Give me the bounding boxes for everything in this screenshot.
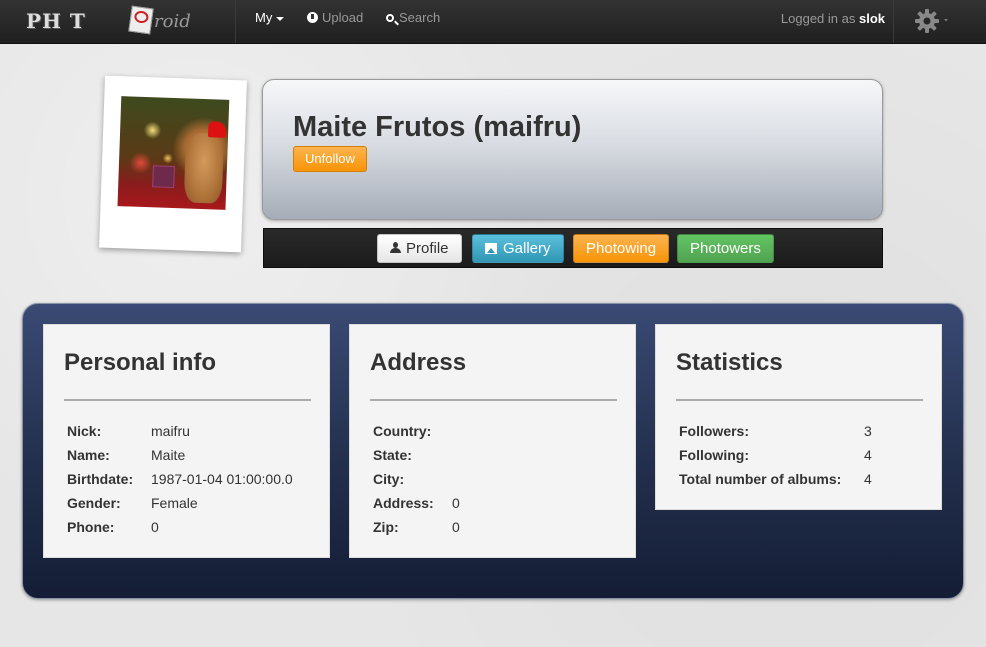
upload-link[interactable]: Upload bbox=[307, 0, 363, 36]
top-navbar: PH T roid My Upload Search Logged in as … bbox=[0, 0, 986, 44]
unfollow-button[interactable]: Unfollow bbox=[293, 146, 367, 172]
profile-tabs: Profile Gallery Photowing Photowers bbox=[263, 228, 883, 268]
user-icon bbox=[390, 242, 401, 254]
tab-gallery[interactable]: Gallery bbox=[472, 234, 564, 263]
table-row: Followers: 3 bbox=[679, 423, 872, 439]
table-row: Nick: maifru bbox=[67, 423, 190, 439]
table-row: State: bbox=[373, 447, 412, 463]
logged-in-status: Logged in as slok bbox=[781, 0, 885, 38]
table-row: Following: 4 bbox=[679, 447, 872, 463]
tab-profile[interactable]: Profile bbox=[377, 234, 462, 263]
table-row: Total number of albums: 4 bbox=[679, 471, 872, 487]
table-row: Zip: 0 bbox=[373, 519, 460, 535]
picture-icon bbox=[485, 243, 497, 254]
search-icon bbox=[386, 14, 394, 22]
tab-photowing[interactable]: Photowing bbox=[573, 234, 670, 263]
logged-in-prefix: Logged in as bbox=[780, 11, 856, 26]
statistics-table: Followers: 3 Following: 4 Total number of … bbox=[676, 419, 875, 491]
address-table: Country: State: City: Address: 0 Zip: 0 bbox=[370, 419, 463, 539]
my-menu-label: My bbox=[255, 10, 273, 25]
gear-icon bbox=[915, 9, 948, 33]
tab-photowers[interactable]: Photowers bbox=[677, 234, 774, 263]
my-menu[interactable]: My bbox=[255, 0, 285, 36]
address-title: Address bbox=[370, 349, 467, 376]
nav-divider bbox=[893, 0, 894, 43]
profile-avatar[interactable] bbox=[99, 75, 247, 253]
brand-roid-text: roid bbox=[154, 11, 191, 32]
upload-label: Upload bbox=[322, 10, 364, 25]
address-card: Address Country: State: City: Address: 0 … bbox=[349, 324, 636, 558]
table-row: Name: Maite bbox=[67, 447, 186, 463]
nav-divider bbox=[235, 0, 236, 43]
table-row: Country: bbox=[373, 423, 432, 439]
table-row: City: bbox=[373, 471, 405, 487]
upload-icon bbox=[307, 12, 318, 23]
personal-info-title: Personal info bbox=[64, 349, 217, 376]
table-row: Phone: 0 bbox=[67, 519, 159, 535]
brand-logo[interactable]: PH T roid bbox=[26, 5, 201, 35]
personal-info-table: Nick: maifru Name: Maite Birthdate: 1987-01… bbox=[64, 419, 296, 539]
brand-photo-text: PH T bbox=[26, 9, 86, 33]
profile-name: Maite Frutos (maifru) bbox=[293, 111, 582, 143]
divider bbox=[64, 399, 311, 401]
tab-gallery-label: Gallery bbox=[503, 240, 551, 257]
table-row: Address: 0 bbox=[373, 495, 460, 511]
profile-photo bbox=[117, 96, 230, 210]
profile-title-box: Maite Frutos (maifru) Unfollow bbox=[262, 79, 883, 220]
chevron-down-icon bbox=[276, 16, 285, 21]
settings-menu[interactable] bbox=[914, 8, 948, 34]
search-label: Search bbox=[399, 10, 441, 25]
statistics-title: Statistics bbox=[676, 349, 783, 376]
statistics-card: Statistics Followers: 3 Following: 4 Total… bbox=[655, 324, 942, 510]
divider bbox=[676, 399, 923, 401]
personal-info-card: Personal info Nick: maifru Name: Maite Bir… bbox=[43, 324, 330, 558]
search-link[interactable]: Search bbox=[386, 0, 440, 36]
divider bbox=[370, 399, 617, 401]
brand-frame-icon bbox=[128, 5, 154, 35]
table-row: Birthdate: 1987-01-04 01:00:00.0 bbox=[67, 471, 293, 487]
username[interactable]: slok bbox=[859, 11, 885, 26]
table-row: Gender: Female bbox=[67, 495, 198, 511]
tab-profile-label: Profile bbox=[406, 240, 449, 257]
